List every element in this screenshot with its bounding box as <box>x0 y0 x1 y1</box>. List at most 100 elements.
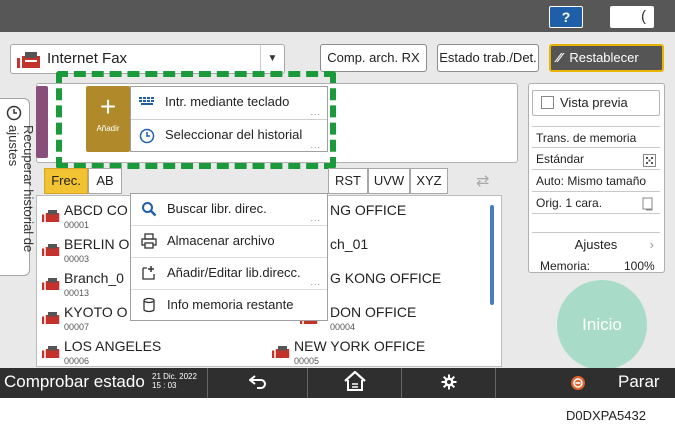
entry-number: 00001 <box>64 220 90 230</box>
date-time: 21 Dic. 2022 15 : 03 <box>152 372 197 390</box>
memory-indicator: Memoria: 100% <box>540 259 655 273</box>
chevron-down-icon[interactable]: ▼ <box>260 45 284 73</box>
energy-saver-button[interactable]: ( <box>610 6 654 28</box>
list-item[interactable]: ch_01 <box>330 233 480 267</box>
memory-value: 100% <box>624 259 655 273</box>
setting-resolution[interactable]: Estándar <box>532 148 660 170</box>
plus-icon: + <box>99 91 117 122</box>
stop-label: Parar <box>618 372 660 391</box>
edit-icon <box>141 265 157 284</box>
recall-history-tab[interactable]: Recuperar historial de ajustes <box>0 98 36 276</box>
settings-gear-button[interactable] <box>402 368 496 398</box>
switch-icon[interactable]: ⇄ <box>476 171 489 191</box>
clock-icon <box>6 105 22 126</box>
fax-icon <box>42 311 60 329</box>
entry-name: G KONG OFFICE <box>330 270 442 286</box>
database-icon <box>141 297 157 316</box>
menu-item-label: Info memoria restante <box>167 297 294 312</box>
job-status-button[interactable]: Estado trab./Det. <box>437 44 539 72</box>
entry-name: DON OFFICE <box>330 304 417 320</box>
gear-icon <box>441 374 457 391</box>
function-select[interactable]: Internet Fax ▼ <box>10 44 285 74</box>
list-item[interactable]: KYOTO O 00007 <box>42 301 132 335</box>
check-status-label: Comprobar estado <box>4 372 145 391</box>
address-book-menu: Buscar libr. direc. ... Almacenar archiv… <box>130 193 328 321</box>
back-arrow-icon <box>247 374 267 391</box>
preview-toggle[interactable]: Vista previa <box>532 90 660 116</box>
entry-name: NG OFFICE <box>330 202 407 218</box>
entry-name: ABCD CO <box>64 202 128 218</box>
list-item[interactable]: G KONG OFFICE <box>330 267 480 301</box>
help-button[interactable]: ? <box>549 6 583 28</box>
checkbox[interactable] <box>541 96 554 109</box>
more-dots: ... <box>310 277 321 287</box>
add-button[interactable]: + Añadir <box>86 86 130 152</box>
tab-frequent[interactable]: Frec. <box>44 168 88 194</box>
setting-original-sides[interactable]: Orig. 1 cara. <box>532 192 660 214</box>
printer-icon <box>141 233 157 252</box>
entry-number: 00013 <box>64 288 90 298</box>
add-popup-menu: Intr. mediante teclado ... Seleccionar d… <box>130 86 328 152</box>
menu-item-label: Seleccionar del historial <box>165 127 303 142</box>
recall-history-label: Recuperar historial de ajustes <box>6 125 36 253</box>
check-status-button[interactable]: Comprobar estado 21 Dic. 2022 15 : 03 <box>0 368 208 398</box>
list-item[interactable]: LOS ANGELES 00006 <box>42 335 242 369</box>
menu-item-search-book[interactable]: Buscar libr. direc. ... <box>131 194 327 226</box>
setting-label: Orig. 1 cara. <box>536 196 603 210</box>
clock-icon <box>139 128 155 147</box>
function-label: Internet Fax <box>47 50 128 67</box>
reset-label: Restablecer <box>569 50 639 65</box>
list-scrollbar[interactable] <box>490 205 494 305</box>
entry-name: KYOTO O <box>64 304 128 320</box>
entry-name: NEW YORK OFFICE <box>294 338 426 354</box>
menu-item-edit-book[interactable]: Añadir/Editar lib.direcc. ... <box>131 258 327 290</box>
fax-icon <box>272 345 290 363</box>
list-item[interactable]: NEW YORK OFFICE 00005 <box>272 335 472 369</box>
settings-label: Ajustes <box>574 237 618 252</box>
stop-button[interactable]: Parar <box>560 368 675 398</box>
start-button[interactable]: Inicio <box>557 280 647 370</box>
reset-icon: ⁄⁄ <box>557 50 562 65</box>
back-button[interactable] <box>208 368 308 398</box>
more-dots: ... <box>310 213 321 223</box>
time-line: 15 : 03 <box>152 381 177 390</box>
menu-item-label: Almacenar archivo <box>167 233 275 248</box>
menu-item-select-history[interactable]: Seleccionar del historial ... <box>131 120 327 152</box>
settings-button[interactable]: Ajustes › <box>532 232 660 256</box>
preview-label: Vista previa <box>560 95 628 110</box>
menu-item-label: Intr. mediante teclado <box>165 94 290 109</box>
top-bar: ? ( <box>0 0 675 32</box>
entry-number: 00003 <box>64 254 90 264</box>
more-dots: ... <box>310 107 321 117</box>
entry-name: BERLIN O <box>64 236 130 252</box>
list-item[interactable]: ABCD CO 00001 <box>42 199 132 233</box>
setting-label: Trans. de memoria <box>536 131 637 145</box>
menu-item-label: Añadir/Editar lib.direcc. <box>167 265 301 280</box>
keyboard-icon <box>139 95 157 110</box>
list-item[interactable]: NG OFFICE <box>330 199 480 233</box>
tab-rst[interactable]: RST <box>328 168 368 194</box>
tab-xyz[interactable]: XYZ <box>410 168 448 194</box>
search-icon <box>141 201 157 220</box>
menu-item-keyboard-entry[interactable]: Intr. mediante teclado ... <box>131 87 327 119</box>
menu-item-memory-info[interactable]: Info memoria restante <box>131 290 327 322</box>
menu-item-store-file[interactable]: Almacenar archivo <box>131 226 327 258</box>
comp-arch-rx-button[interactable]: Comp. arch. RX <box>320 44 427 72</box>
entry-number: 00005 <box>294 356 320 366</box>
tab-uvw[interactable]: UVW <box>368 168 410 194</box>
setting-label: Estándar <box>536 152 585 166</box>
reset-button[interactable]: ⁄⁄ Restablecer <box>549 44 664 72</box>
fax-icon <box>42 277 60 295</box>
home-button[interactable] <box>308 368 402 398</box>
tab-ab[interactable]: AB <box>88 168 122 194</box>
setting-scan-size[interactable]: Auto: Mismo tamaño <box>532 170 660 192</box>
entry-name: LOS ANGELES <box>64 338 162 354</box>
setting-memory-transmission[interactable]: Trans. de memoria <box>532 126 660 148</box>
entry-name: ch_01 <box>330 236 369 252</box>
bottom-bar: Comprobar estado 21 Dic. 2022 15 : 03 Par… <box>0 368 675 398</box>
fax-icon <box>17 52 41 73</box>
list-item[interactable]: Branch_0 00013 <box>42 267 132 301</box>
home-icon <box>343 370 367 391</box>
fax-icon <box>42 345 60 363</box>
list-item[interactable]: BERLIN O 00003 <box>42 233 132 267</box>
